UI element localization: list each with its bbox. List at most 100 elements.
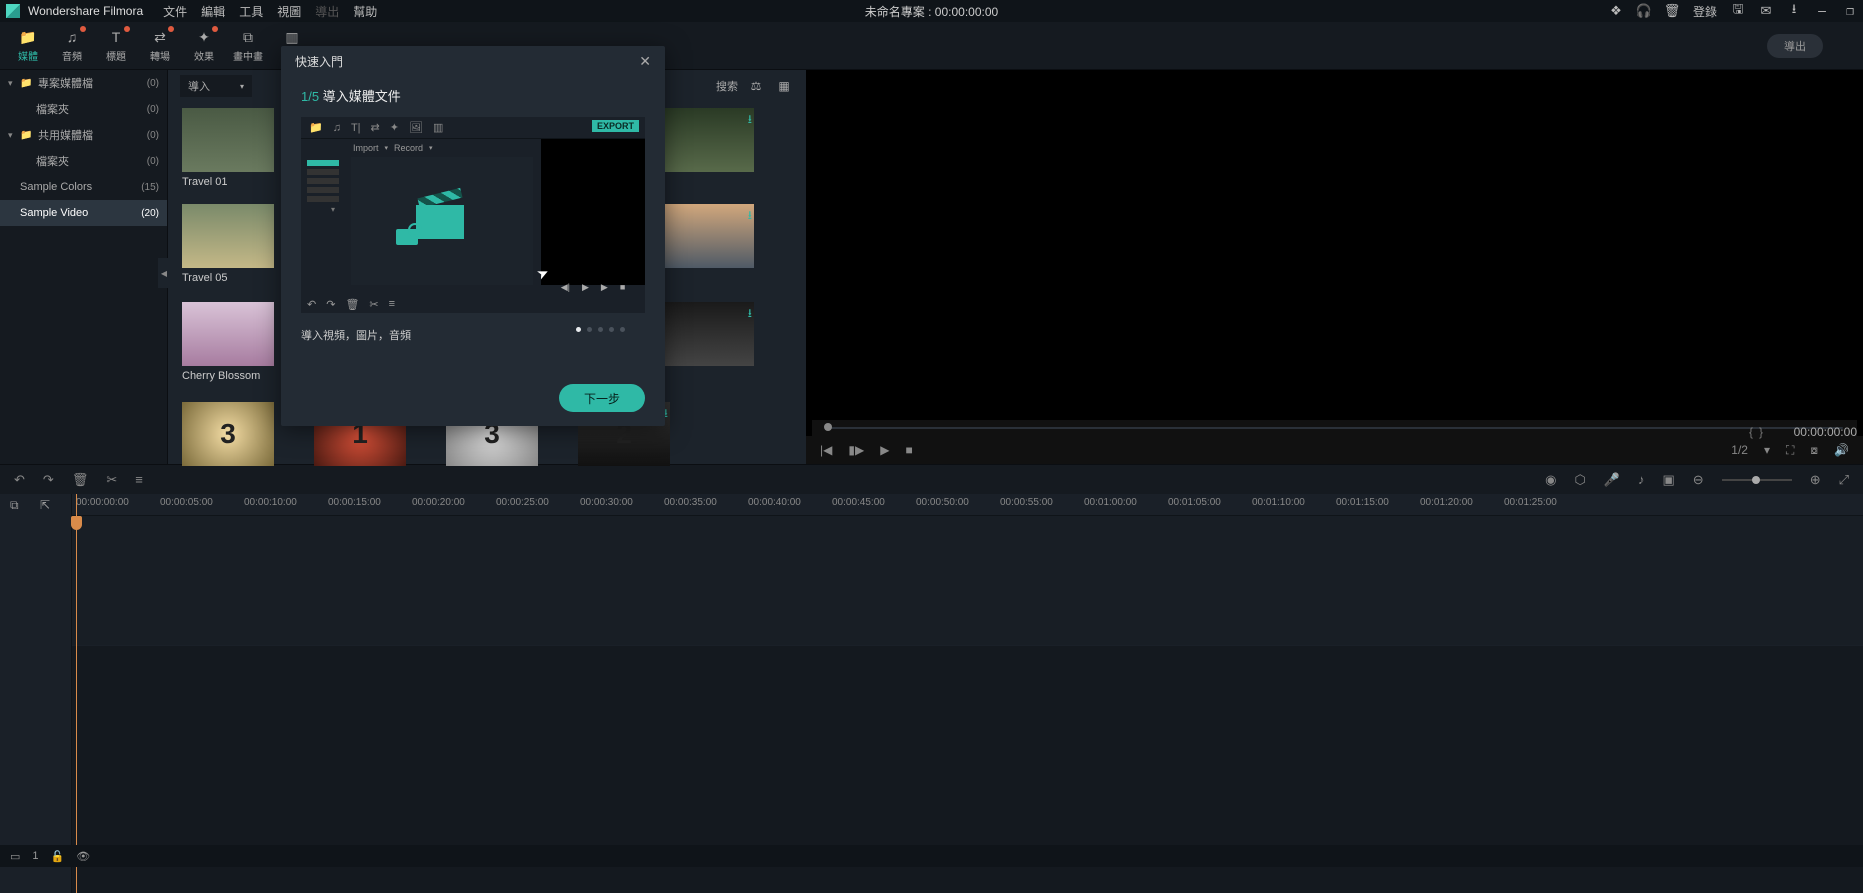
timeline-copy-icon[interactable]: ⧉: [10, 498, 19, 513]
login-button[interactable]: 登錄: [1693, 3, 1717, 20]
sidebar-item-label: 專案媒體檔: [38, 75, 147, 91]
media-thumb[interactable]: Travel 05: [182, 204, 274, 284]
next-button[interactable]: 下一步: [559, 384, 645, 412]
menu-help[interactable]: 幫助: [353, 3, 377, 20]
preview-scale[interactable]: 1/2: [1731, 443, 1748, 457]
headphones-icon[interactable]: 🎧: [1637, 4, 1651, 18]
thumbnail-image: [182, 302, 274, 366]
sidebar-item-2[interactable]: ▾📁共用媒體檔(0): [0, 122, 167, 148]
fullscreen-icon[interactable]: ⛶: [1786, 443, 1794, 458]
ruler-tick: 00:00:50:00: [916, 497, 969, 508]
illus-menu-icon: ≡: [389, 298, 395, 311]
maximize-button[interactable]: ❐: [1843, 4, 1857, 18]
save-icon[interactable]: 🖫: [1731, 4, 1745, 18]
illus-music-icon: ♫: [333, 122, 341, 134]
tab-transitions-label: 轉場: [150, 48, 170, 63]
grid-view-icon[interactable]: ▦: [774, 76, 794, 96]
mail-icon[interactable]: ✉: [1759, 4, 1773, 18]
track-label: 1: [32, 850, 38, 862]
preview-scrubber[interactable]: [812, 420, 1857, 436]
trash-icon[interactable]: 🗑: [1665, 4, 1679, 18]
illus-folder-icon: 📁: [309, 121, 323, 134]
import-dropdown[interactable]: 導入 ▾: [180, 75, 252, 97]
media-thumb[interactable]: ⭳: [662, 108, 754, 172]
menu-edit[interactable]: 編輯: [201, 3, 225, 20]
tab-effects-label: 效果: [194, 48, 214, 63]
render-icon[interactable]: ◉: [1545, 472, 1556, 488]
track-row-video[interactable]: [72, 516, 1863, 646]
ruler-tick: 00:01:10:00: [1252, 497, 1305, 508]
redo-button[interactable]: ↷: [43, 472, 54, 488]
media-thumb[interactable]: ⭳: [662, 204, 754, 268]
mark-out-icon[interactable]: }: [1759, 425, 1763, 439]
zoom-out-button[interactable]: ⊖: [1693, 472, 1704, 488]
cut-button[interactable]: ✂: [106, 472, 117, 488]
tab-effects[interactable]: ✦ 效果: [182, 22, 226, 70]
visibility-icon[interactable]: 👁: [76, 850, 90, 863]
lock-icon[interactable]: 🔓: [51, 850, 65, 863]
sidebar-item-1[interactable]: 檔案夾(0): [0, 96, 167, 122]
mark-in-icon[interactable]: {: [1749, 425, 1753, 439]
crop-icon[interactable]: ▣: [1662, 472, 1674, 488]
prev-frame-button[interactable]: |◀: [820, 443, 832, 457]
download-icon[interactable]: ⭳: [1787, 4, 1801, 18]
sidebar-item-count: (0): [147, 130, 159, 141]
volume-icon[interactable]: 🔊: [1834, 443, 1849, 457]
stop-button[interactable]: ■: [905, 443, 912, 457]
zoom-slider[interactable]: [1722, 479, 1792, 481]
delete-button[interactable]: 🗑: [72, 472, 89, 488]
snapshot-icon[interactable]: ⧇: [1810, 443, 1818, 458]
audio-sync-icon[interactable]: ♪: [1638, 472, 1645, 487]
settings-icon[interactable]: ≡: [135, 472, 143, 487]
illus-image-icon: 🖼: [409, 121, 423, 134]
title-bar: Wondershare Filmora 文件 編輯 工具 視圖 導出 幫助 未命…: [0, 0, 1863, 22]
media-thumb[interactable]: 3: [182, 402, 274, 466]
splitscreen-icon: ▥: [285, 28, 298, 46]
download-icon[interactable]: ⭳: [748, 110, 752, 131]
filter-icon[interactable]: ⚖: [746, 76, 766, 96]
timeline-ruler[interactable]: 00:00:00:0000:00:05:0000:00:10:0000:00:1…: [72, 494, 1863, 516]
tab-audio[interactable]: ♫ 音頻: [50, 22, 94, 70]
minimize-button[interactable]: —: [1815, 4, 1829, 18]
modal-description: 導入視頻，圖片，音頻: [301, 330, 411, 342]
tab-transitions[interactable]: ⇄ 轉場: [138, 22, 182, 70]
zoom-in-button[interactable]: ⊕: [1810, 472, 1821, 488]
sidebar-item-4[interactable]: Sample Colors(15): [0, 174, 167, 200]
media-thumb[interactable]: Cherry Blossom: [182, 302, 274, 382]
tab-titles[interactable]: T 標題: [94, 22, 138, 70]
tab-media[interactable]: 📁 媒體: [6, 22, 50, 70]
media-thumb[interactable]: Travel 01: [182, 108, 274, 188]
undo-button[interactable]: ↶: [14, 472, 25, 488]
sidebar-item-3[interactable]: 檔案夾(0): [0, 148, 167, 174]
preview-viewport[interactable]: [806, 70, 1863, 420]
tab-titles-label: 標題: [106, 48, 126, 63]
preview-time: 00:00:00:00: [1794, 425, 1857, 439]
play-button[interactable]: ▶: [880, 443, 889, 457]
media-sidebar: ▾📁專案媒體檔(0)檔案夾(0)▾📁共用媒體檔(0)檔案夾(0)Sample C…: [0, 70, 168, 464]
voiceover-icon[interactable]: 🎤: [1604, 472, 1620, 488]
zoom-fit-button[interactable]: ⤢: [1839, 472, 1849, 488]
download-icon[interactable]: ⭳: [748, 304, 752, 325]
media-thumb[interactable]: ⭳: [662, 302, 754, 366]
export-button[interactable]: 導出: [1767, 34, 1823, 58]
timeline-link-icon[interactable]: ⇱: [40, 498, 50, 512]
tab-pip[interactable]: ⧉ 畫中畫: [226, 22, 270, 70]
chevron-down-icon[interactable]: ▾: [1764, 443, 1770, 457]
close-button[interactable]: ✕: [639, 53, 651, 70]
sidebar-item-0[interactable]: ▾📁專案媒體檔(0): [0, 70, 167, 96]
menu-view[interactable]: 視圖: [277, 3, 301, 20]
timeline-tracks[interactable]: [72, 516, 1863, 893]
playhead[interactable]: [76, 494, 77, 893]
ruler-tick: 00:01:05:00: [1168, 497, 1221, 508]
search-label[interactable]: 搜索: [716, 78, 738, 94]
track-number-icon[interactable]: ▭: [10, 850, 20, 863]
sidebar-item-5[interactable]: Sample Video(20): [0, 200, 167, 226]
download-icon[interactable]: ⭳: [748, 206, 752, 227]
step-back-button[interactable]: ▮▶: [848, 443, 864, 457]
ruler-tick: 00:01:20:00: [1420, 497, 1473, 508]
marker-icon[interactable]: ⬡: [1574, 472, 1585, 488]
lightbulb-icon[interactable]: ❖: [1609, 4, 1623, 18]
thumbnail-image: [182, 204, 274, 268]
menu-tools[interactable]: 工具: [239, 3, 263, 20]
menu-file[interactable]: 文件: [163, 3, 187, 20]
